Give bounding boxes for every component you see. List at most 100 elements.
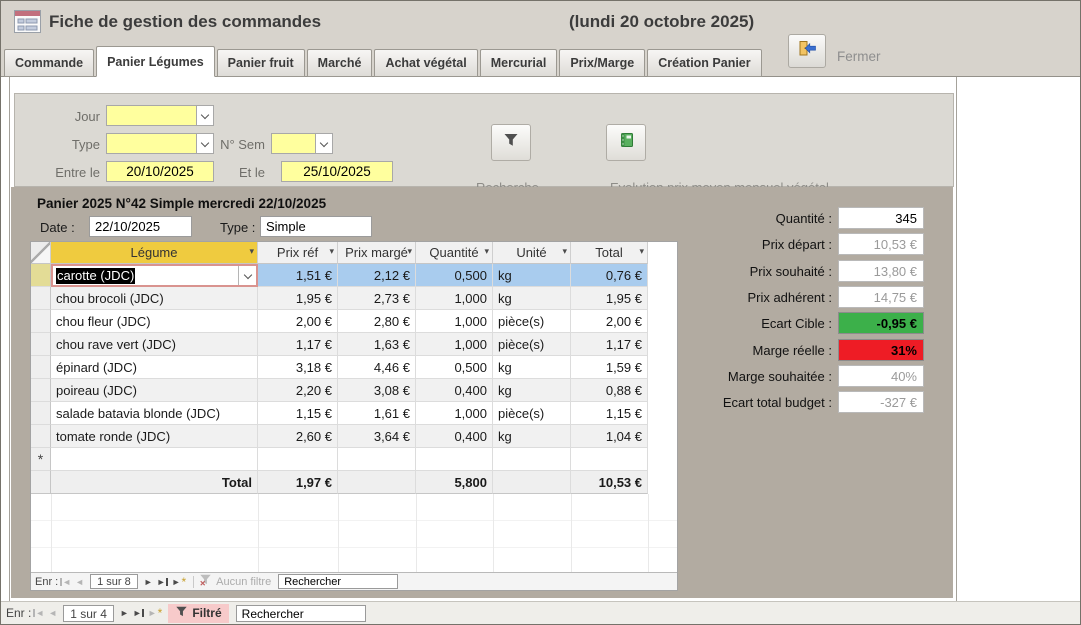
cell-prix-ref[interactable]: 1,95 €	[258, 287, 338, 310]
cell-unite[interactable]: kg	[493, 264, 571, 287]
cell-total[interactable]: 1,04 €	[571, 425, 648, 448]
column-header-legume[interactable]: Légume▾	[51, 242, 258, 264]
cell-quantite[interactable]: 0,500	[416, 356, 493, 379]
cell-prix-marge[interactable]: 1,63 €	[338, 333, 416, 356]
type-field[interactable]: Simple	[260, 216, 372, 237]
datasheet-corner[interactable]	[31, 242, 51, 264]
table-row[interactable]: poireau (JDC) 2,20 € 3,08 € 0,400 kg 0,8…	[31, 379, 677, 402]
last-record-button[interactable]: ►	[133, 608, 144, 618]
column-header-prix-ref[interactable]: Prix réf▾	[258, 242, 338, 264]
num-sem-combobox[interactable]	[271, 133, 333, 154]
close-button-label[interactable]: Fermer	[837, 49, 881, 64]
tab-panier-legumes[interactable]: Panier Légumes	[96, 46, 215, 77]
sort-filter-arrow-icon[interactable]: ▾	[407, 246, 412, 257]
table-row[interactable]: salade batavia blonde (JDC) 1,15 € 1,61 …	[31, 402, 677, 425]
cell-unite[interactable]: kg	[493, 379, 571, 402]
sort-filter-arrow-icon[interactable]: ▾	[484, 246, 489, 257]
cell-unite[interactable]: kg	[493, 287, 571, 310]
tab-mercurial[interactable]: Mercurial	[480, 49, 558, 77]
cell-prix-marge[interactable]: 2,80 €	[338, 310, 416, 333]
no-filter-indicator[interactable]: Aucun filtre	[199, 574, 271, 589]
row-selector[interactable]	[31, 402, 51, 425]
cell-total[interactable]	[571, 448, 648, 471]
cell-unite[interactable]: pièce(s)	[493, 310, 571, 333]
next-record-button[interactable]: ►	[120, 608, 129, 618]
cell-prix-marge[interactable]: 4,46 €	[338, 356, 416, 379]
cell-total[interactable]: 2,00 €	[571, 310, 648, 333]
entre-le-date-field[interactable]: 20/10/2025	[106, 161, 214, 182]
tab-panier-fruit[interactable]: Panier fruit	[217, 49, 305, 77]
new-record-button[interactable]: ►*	[148, 608, 163, 618]
tab-creation-panier[interactable]: Création Panier	[647, 49, 761, 77]
cell-prix-marge[interactable]: 3,64 €	[338, 425, 416, 448]
sort-filter-arrow-icon[interactable]: ▾	[329, 246, 334, 257]
cell-prix-ref[interactable]: 1,15 €	[258, 402, 338, 425]
last-record-button[interactable]: ►	[157, 577, 168, 587]
row-selector[interactable]	[31, 379, 51, 402]
cell-quantite[interactable]: 0,500	[416, 264, 493, 287]
cell-unite[interactable]: pièce(s)	[493, 333, 571, 356]
record-position[interactable]: 1 sur 4	[63, 605, 114, 622]
cell-prix-marge[interactable]: 1,61 €	[338, 402, 416, 425]
cell-prix-marge[interactable]: 2,73 €	[338, 287, 416, 310]
cell-unite[interactable]: kg	[493, 425, 571, 448]
sort-filter-arrow-icon[interactable]: ▾	[562, 246, 567, 257]
cell-total[interactable]: 1,95 €	[571, 287, 648, 310]
tab-marche[interactable]: Marché	[307, 49, 373, 77]
first-record-button[interactable]: ◄	[33, 608, 44, 618]
cell-quantite[interactable]: 1,000	[416, 287, 493, 310]
cell-prix-marge[interactable]: 2,12 €	[338, 264, 416, 287]
new-record-row[interactable]: *	[31, 448, 677, 471]
cell-unite[interactable]: kg	[493, 356, 571, 379]
row-selector[interactable]	[31, 333, 51, 356]
cell-prix-ref[interactable]: 2,60 €	[258, 425, 338, 448]
record-position[interactable]: 1 sur 8	[90, 574, 138, 589]
column-header-unite[interactable]: Unité▾	[493, 242, 571, 264]
filtered-indicator[interactable]: Filtré	[168, 604, 228, 623]
previous-record-button[interactable]: ◄	[75, 577, 84, 587]
row-selector[interactable]	[31, 425, 51, 448]
table-row[interactable]: chou fleur (JDC) 2,00 € 2,80 € 1,000 piè…	[31, 310, 677, 333]
cell-legume[interactable]: poireau (JDC)	[51, 379, 258, 402]
cell-total[interactable]: 1,17 €	[571, 333, 648, 356]
table-row[interactable]: chou brocoli (JDC) 1,95 € 2,73 € 1,000 k…	[31, 287, 677, 310]
cell-total[interactable]: 1,59 €	[571, 356, 648, 379]
chevron-down-icon[interactable]	[315, 134, 332, 153]
cell-legume[interactable]: salade batavia blonde (JDC)	[51, 402, 258, 425]
table-row[interactable]: épinard (JDC) 3,18 € 4,46 € 0,500 kg 1,5…	[31, 356, 677, 379]
date-field[interactable]: 22/10/2025	[89, 216, 192, 237]
evolution-button[interactable]	[606, 124, 646, 161]
cell-unite[interactable]	[493, 448, 571, 471]
table-row[interactable]: tomate ronde (JDC) 2,60 € 3,64 € 0,400 k…	[31, 425, 677, 448]
table-row[interactable]: carotte (JDC) 1,51 € 2,12 € 0,500 kg 0,7…	[31, 264, 677, 287]
close-button[interactable]	[788, 34, 826, 68]
cell-quantite[interactable]: 0,400	[416, 425, 493, 448]
cell-legume[interactable]: épinard (JDC)	[51, 356, 258, 379]
cell-prix-marge[interactable]: 3,08 €	[338, 379, 416, 402]
recherche-button[interactable]	[491, 124, 531, 161]
cell-prix-ref[interactable]: 1,51 €	[258, 264, 338, 287]
column-header-prix-marge[interactable]: Prix margé▾	[338, 242, 416, 264]
row-selector[interactable]	[31, 356, 51, 379]
table-row[interactable]: chou rave vert (JDC) 1,17 € 1,63 € 1,000…	[31, 333, 677, 356]
cell-prix-ref[interactable]: 2,20 €	[258, 379, 338, 402]
chevron-down-icon[interactable]	[238, 266, 256, 285]
cell-quantite[interactable]	[416, 448, 493, 471]
cell-total[interactable]: 0,88 €	[571, 379, 648, 402]
tab-achat-vegetal[interactable]: Achat végétal	[374, 49, 477, 77]
cell-quantite[interactable]: 0,400	[416, 379, 493, 402]
row-selector[interactable]	[31, 264, 51, 287]
column-header-quantite[interactable]: Quantité▾	[416, 242, 493, 264]
quantite-field[interactable]: 345	[838, 207, 924, 229]
chevron-down-icon[interactable]	[196, 106, 213, 125]
cell-legume[interactable]: chou rave vert (JDC)	[51, 333, 258, 356]
row-selector[interactable]	[31, 310, 51, 333]
cell-legume[interactable]: chou fleur (JDC)	[51, 310, 258, 333]
jour-combobox[interactable]	[106, 105, 214, 126]
tab-prix-marge[interactable]: Prix/Marge	[559, 49, 645, 77]
next-record-button[interactable]: ►	[144, 577, 153, 587]
et-le-date-field[interactable]: 25/10/2025	[281, 161, 393, 182]
search-input[interactable]: Rechercher	[236, 605, 366, 622]
cell-prix-ref[interactable]: 3,18 €	[258, 356, 338, 379]
type-combobox[interactable]	[106, 133, 214, 154]
